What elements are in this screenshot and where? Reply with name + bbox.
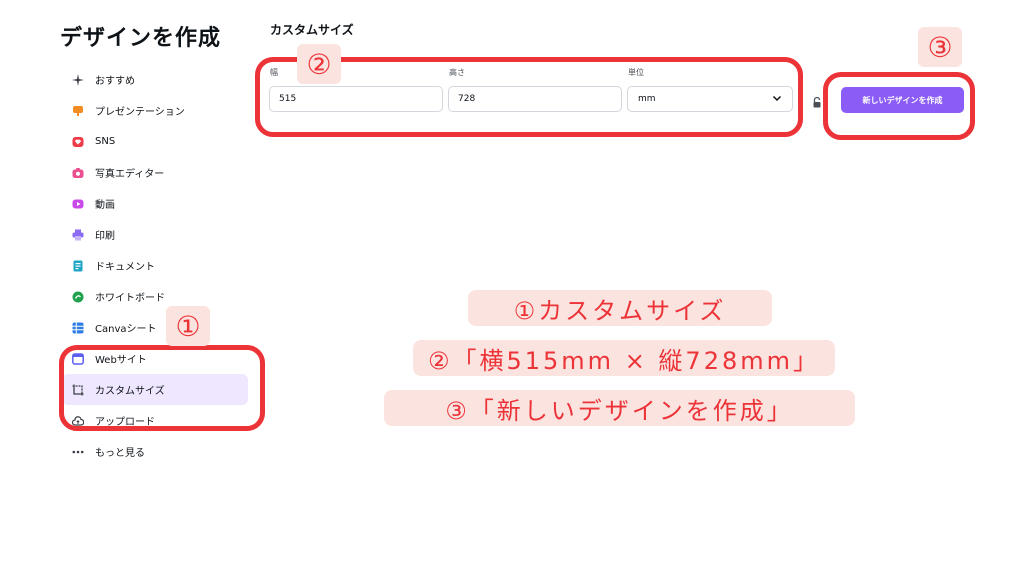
sidebar-item-whiteboard[interactable]: ホワイトボード	[62, 281, 248, 312]
note-line-2: ②「横515mm × 縦728mm」	[413, 340, 835, 376]
badge-step-2: ②	[297, 44, 341, 84]
page-title: デザインを作成	[60, 26, 222, 51]
whiteboard-icon	[72, 291, 84, 303]
sidebar-item-video[interactable]: 動画	[62, 188, 248, 219]
badge-step-3: ③	[918, 27, 962, 67]
custom-size-title: カスタムサイズ	[270, 23, 354, 37]
camera-icon	[72, 167, 84, 179]
sidebar-item-presentation[interactable]: プレゼンテーション	[62, 95, 248, 126]
sidebar-item-label: Canvaシート	[95, 324, 157, 335]
note-line-1: ①カスタムサイズ	[468, 290, 772, 326]
sparkle-icon	[72, 73, 84, 86]
sidebar-item-label: SNS	[95, 136, 116, 147]
sidebar-item-label: おすすめ	[95, 76, 135, 87]
sidebar-item-canva-sheets[interactable]: Canvaシート	[62, 312, 248, 343]
sidebar-item-sns[interactable]: SNS	[62, 126, 248, 157]
sidebar-item-label: 写真エディター	[95, 169, 165, 180]
note-line-3: ③「新しいデザインを作成」	[384, 390, 855, 426]
sidebar-item-label: ホワイトボード	[95, 293, 165, 304]
highlight-create-button	[823, 72, 975, 140]
sidebar-item-more[interactable]: もっと見る	[62, 436, 248, 467]
sidebar-item-label: プレゼンテーション	[95, 107, 185, 118]
sidebar-item-label: もっと見る	[95, 448, 145, 459]
more-dots-icon	[72, 446, 84, 458]
sidebar-item-label: 動画	[95, 200, 115, 211]
sidebar-item-photo-editor[interactable]: 写真エディター	[62, 157, 248, 188]
presentation-icon	[72, 105, 84, 117]
document-icon	[72, 260, 84, 272]
heart-icon	[72, 136, 84, 148]
spreadsheet-icon	[72, 322, 84, 334]
badge-step-1: ①	[166, 306, 210, 346]
highlight-custom-size-item	[59, 345, 265, 431]
sidebar-item-label: ドキュメント	[95, 262, 155, 273]
sidebar-item-print[interactable]: 印刷	[62, 219, 248, 250]
sidebar-item-document[interactable]: ドキュメント	[62, 250, 248, 281]
video-icon	[72, 198, 84, 210]
sidebar-item-recommended[interactable]: おすすめ	[62, 64, 248, 95]
printer-icon	[72, 229, 84, 241]
sidebar-item-label: 印刷	[95, 231, 115, 242]
aspect-lock-icon[interactable]	[813, 93, 821, 108]
